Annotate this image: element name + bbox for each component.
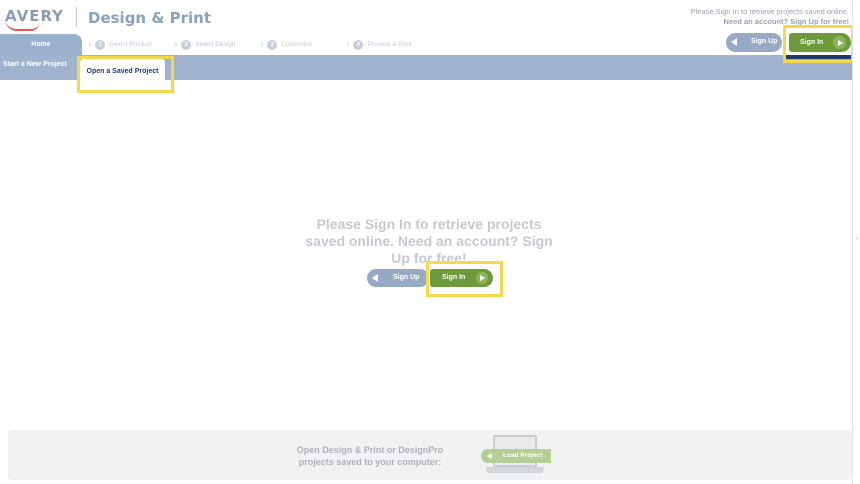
step-label: Select Design: [195, 41, 236, 48]
signup-label: Sign Up: [393, 274, 420, 281]
step-label: Customize: [281, 41, 313, 48]
arrow-left-icon: [372, 273, 378, 282]
nav-step-customize: › 3 Customize: [260, 39, 312, 50]
step-label: Preview & Print: [367, 41, 412, 48]
chevron-right-icon: ›: [260, 39, 264, 50]
step-number: 1: [95, 39, 106, 50]
nav-step-select-product: › 1 Select Product: [88, 39, 152, 50]
step-number: 4: [353, 39, 364, 50]
arrow-left-icon: [731, 38, 737, 46]
step-number: 2: [181, 39, 192, 50]
app-title: Design & Print: [88, 9, 212, 27]
local-projects-text: Open Design & Print or DesignPro project…: [296, 445, 444, 467]
load-project-button[interactable]: Load Project: [481, 449, 551, 463]
header-signup-button[interactable]: Sign Up: [726, 33, 782, 52]
chevron-right-icon: ›: [174, 39, 178, 50]
header-message-line: Please Sign In to retrieve projects save…: [690, 7, 849, 16]
nav-step-preview-print: › 4 Preview & Print: [346, 39, 412, 50]
step-number: 3: [267, 39, 278, 50]
load-project-label: Load Project: [503, 452, 543, 459]
page: AVERY Design & Print Please Sign In to r…: [0, 0, 860, 484]
highlight-box-signin: [426, 261, 503, 297]
logo-swoosh-icon: [5, 19, 39, 31]
nav-home-tab[interactable]: Home: [0, 34, 82, 55]
step-label: Select Product: [109, 41, 152, 48]
arrow-left-icon: [487, 452, 492, 459]
chevron-right-icon: ›: [88, 39, 92, 50]
avery-logo[interactable]: AVERY: [5, 7, 63, 31]
tab-start-new-project[interactable]: Start a New Project: [3, 61, 67, 68]
nav-step-select-design: › 2 Select Design: [174, 39, 235, 50]
chevron-right-icon: ›: [346, 39, 350, 50]
vertical-scrollbar[interactable]: ‹: [852, 0, 860, 484]
step-nav: Home › 1 Select Product › 2 Select Desig…: [0, 34, 852, 55]
laptop-base: [486, 467, 544, 473]
highlight-box-saved-project-tab: [77, 56, 174, 93]
need-account-text: Need an account?: [723, 17, 789, 26]
signin-prompt-message: Please Sign In to retrieve projects save…: [305, 216, 553, 266]
header-signin-message: Please Sign In to retrieve projects save…: [691, 7, 849, 27]
signup-button[interactable]: Sign Up: [367, 269, 429, 287]
signup-label: Sign Up: [751, 38, 778, 45]
scroll-grip-icon: ‹: [856, 236, 858, 242]
app-header: AVERY Design & Print Please Sign In to r…: [0, 0, 860, 34]
header-divider: [76, 7, 77, 27]
highlight-box-header-signin: [783, 25, 854, 63]
